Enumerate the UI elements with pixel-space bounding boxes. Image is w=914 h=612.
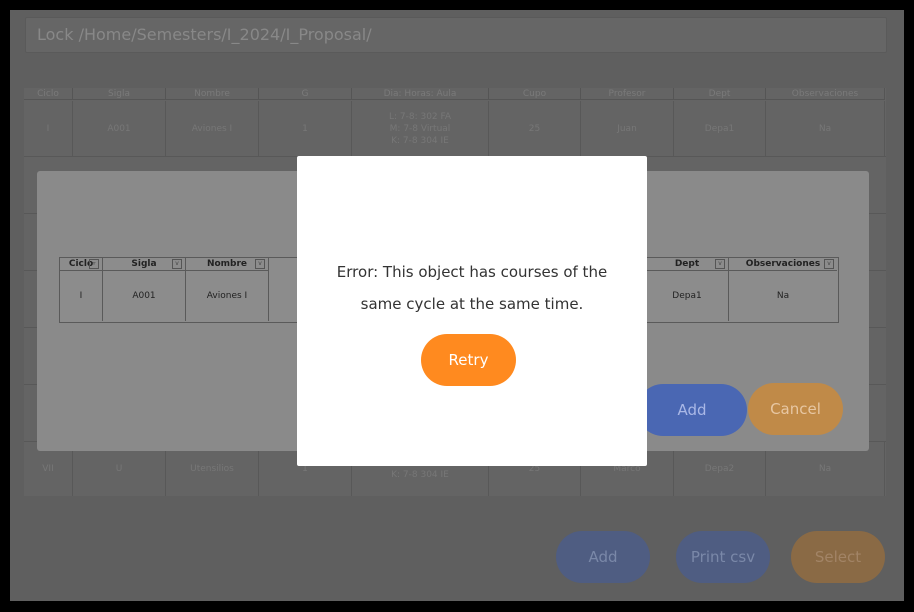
select-button[interactable]: Select	[791, 531, 885, 583]
dialog-col-dept-label: Dept	[674, 259, 700, 269]
dialog-col-sigla: Sigla v	[103, 258, 186, 271]
cell-dia: L: 7-8: 302 FA M: 7-8 Virtual K: 7-8 304…	[352, 101, 489, 156]
col-g: G	[259, 88, 352, 100]
error-message: Error: This object has courses of the sa…	[297, 256, 647, 320]
chevron-down-icon[interactable]: v	[255, 259, 265, 269]
dialog-col-sigla-label: Sigla	[131, 259, 157, 269]
filter-icon[interactable]: ▿	[89, 259, 99, 269]
print-csv-button[interactable]: Print csv	[676, 531, 770, 583]
dialog-cell-ciclo: I	[60, 271, 103, 321]
error-modal: Error: This object has courses of the sa…	[297, 156, 647, 466]
cell-profesor: Juan	[581, 101, 674, 156]
dialog-col-observaciones-label: Observaciones	[745, 259, 821, 269]
add-button[interactable]: Add	[556, 531, 650, 583]
dialog-cell-dept: Depa1	[646, 271, 729, 321]
col-observaciones: Observaciones	[766, 88, 885, 100]
col-sigla: Sigla	[73, 88, 166, 100]
cell-observaciones: Na	[766, 101, 885, 156]
dialog-col-ciclo: Ciclo ▿	[60, 258, 103, 271]
col-profesor: Profesor	[581, 88, 674, 100]
dialog-cell-observaciones: Na	[776, 291, 790, 301]
dialog-add-button[interactable]: Add	[637, 384, 747, 436]
table-row[interactable]: I A001 Aviones I 1 L: 7-8: 302 FA M: 7-8…	[24, 101, 886, 157]
cell-ciclo: I	[24, 101, 73, 156]
col-dia: Dia: Horas: Aula	[352, 88, 489, 100]
path-bar: Lock /Home/Semesters/I_2024/I_Proposal/	[25, 17, 887, 53]
chevron-down-icon[interactable]: v	[824, 259, 834, 269]
dialog-col-nombre-label: Nombre	[206, 259, 248, 269]
col-cupo: Cupo	[489, 88, 581, 100]
chevron-down-icon[interactable]: v	[172, 259, 182, 269]
retry-button[interactable]: Retry	[421, 334, 516, 386]
col-nombre: Nombre	[166, 88, 259, 100]
cell-sigla: A001	[73, 101, 166, 156]
dialog-cell-sigla: A001	[103, 271, 186, 321]
app-window: Lock /Home/Semesters/I_2024/I_Proposal/ …	[10, 10, 904, 601]
col-dept: Dept	[674, 88, 766, 100]
cell-cupo: 25	[489, 101, 581, 156]
chevron-down-icon[interactable]: v	[715, 259, 725, 269]
cell-dept: Depa1	[674, 101, 766, 156]
dialog-cell-nombre: Aviones I	[186, 271, 269, 321]
table-header: Ciclo Sigla Nombre G Dia: Horas: Aula Cu…	[24, 88, 886, 100]
error-message-line-2: same cycle at the same time.	[360, 295, 584, 313]
dialog-col-observaciones: Observaciones v	[729, 258, 837, 271]
dialog-col-nombre: Nombre v	[186, 258, 269, 271]
dialog-cancel-button[interactable]: Cancel	[748, 383, 843, 435]
col-ciclo: Ciclo	[24, 88, 73, 100]
dialog-col-dept: Dept v	[646, 258, 729, 271]
error-message-line-1: Error: This object has courses of the	[336, 263, 608, 281]
cell-nombre: Aviones I	[166, 101, 259, 156]
path-text: Lock /Home/Semesters/I_2024/I_Proposal/	[37, 25, 372, 44]
cell-g: 1	[259, 101, 352, 156]
